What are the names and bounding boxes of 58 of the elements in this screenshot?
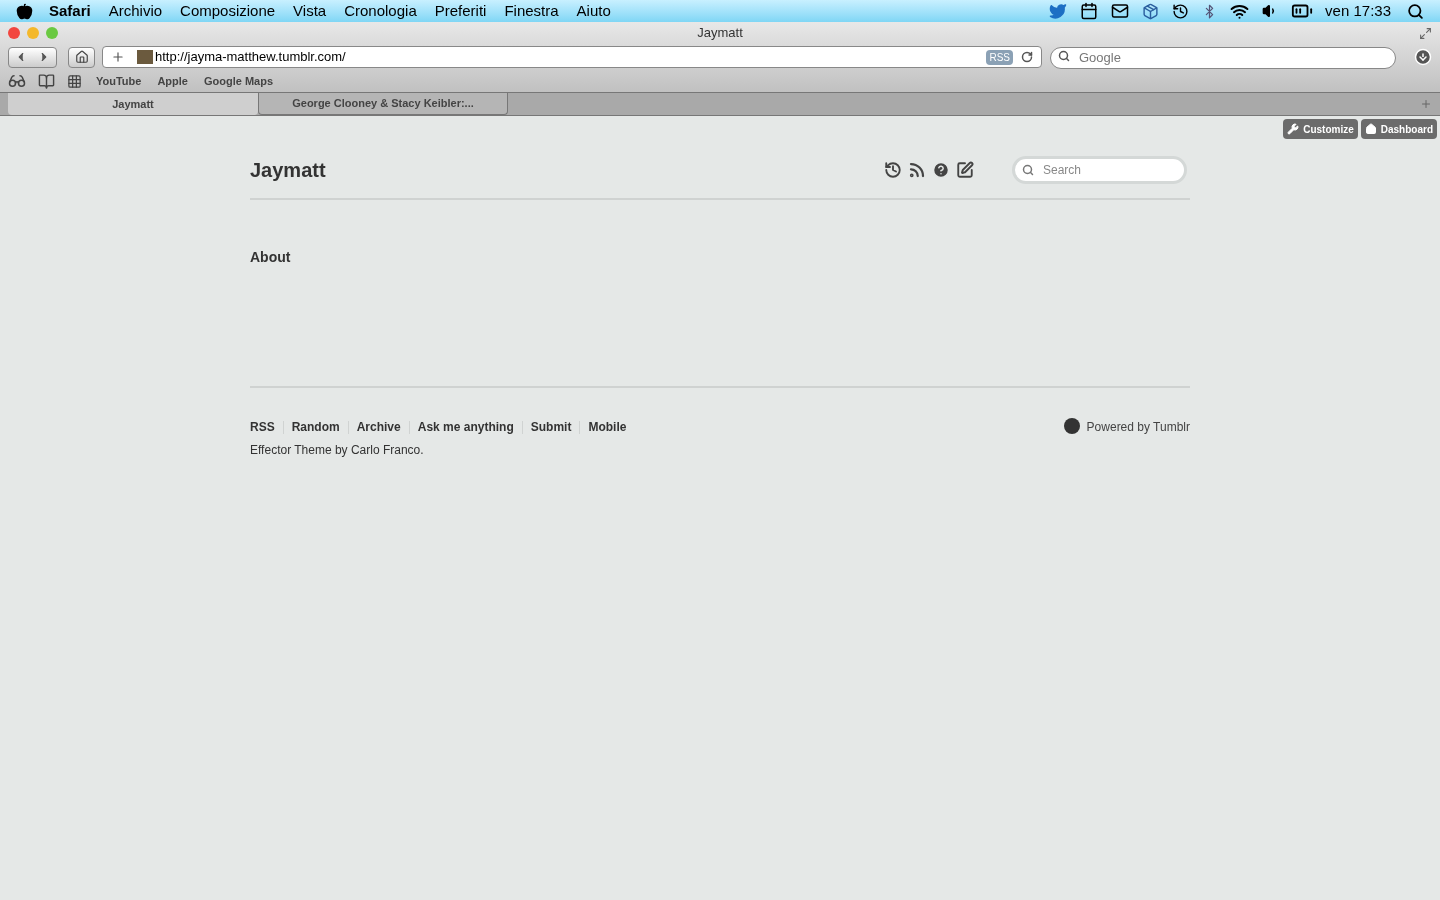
about-link[interactable]: About [250,247,291,268]
search-icon [1058,50,1070,62]
footer-link[interactable]: Submit [530,418,572,436]
bookmark-link[interactable]: YouTube [96,72,142,90]
reload-icon[interactable] [1021,51,1033,63]
footer-link[interactable]: RSS [250,418,275,436]
menu-app-name[interactable]: Safari [49,0,91,23]
clock-icon[interactable] [1172,2,1190,20]
box-icon[interactable] [1142,2,1160,20]
menu-item[interactable]: Composizione [180,0,276,23]
browser-search-field[interactable]: Google [1050,46,1396,69]
footer-link[interactable]: Archive [356,418,401,436]
menu-item[interactable]: Finestra [504,0,559,23]
menu-clock[interactable]: ven 17:33 [1325,0,1391,23]
bookmark-link[interactable]: Google Maps [204,72,274,90]
browser-tab[interactable]: Jaymatt [8,93,258,115]
home-icon [74,50,89,64]
tumblr-control-button[interactable]: Customize [1283,119,1358,139]
calendar-icon[interactable] [1080,2,1099,20]
home-button[interactable] [68,46,95,68]
footer-link[interactable]: Random [291,418,340,436]
menu-item[interactable]: Archivio [108,0,163,23]
bird-icon[interactable] [1049,2,1068,20]
mail-icon[interactable] [1111,2,1130,20]
close-button[interactable] [8,27,20,39]
powered-by-text[interactable]: Powered by Tumblr [1086,418,1190,436]
site-favicon [137,50,153,64]
address-field[interactable]: http://jayma-matthew.tumblr.com/ RSS [102,46,1042,68]
apple-logo-icon[interactable] [16,2,33,20]
wrench-icon [1287,123,1300,135]
history-icon[interactable] [884,161,902,179]
blog-search-field[interactable]: Search [1012,156,1187,184]
rss-icon[interactable] [908,161,926,179]
edit-icon[interactable] [956,161,974,179]
menu-item[interactable]: Preferiti [434,0,487,23]
home-icon [1364,123,1377,135]
window-title: Jaymatt [697,24,743,43]
book-icon[interactable] [38,72,55,90]
menu-item[interactable]: Cronologia [344,0,417,23]
search-icon [1022,164,1034,176]
tumblr-control-button[interactable]: Dashboard [1360,119,1437,139]
back-forward-button[interactable] [8,46,57,68]
address-text: http://jayma-matthew.tumblr.com/ [155,48,346,67]
plus-icon[interactable] [111,50,125,64]
footer-link[interactable]: Mobile [588,418,627,436]
footer-link[interactable]: Ask me anything [417,418,514,436]
fullscreen-icon[interactable] [1419,26,1432,40]
download-icon[interactable] [1414,48,1432,66]
menu-item[interactable]: Vista [293,0,327,23]
menu-item[interactable]: Aiuto [576,0,611,23]
grid-icon[interactable] [67,73,82,89]
search-icon[interactable] [1407,2,1424,20]
browser-tab[interactable]: George Clooney & Stacy Keibler:... [258,93,508,115]
bookmark-link[interactable]: Apple [157,72,188,90]
blog-title[interactable]: Jaymatt [250,155,326,185]
glasses-icon[interactable] [8,72,26,90]
help-icon[interactable] [932,161,950,179]
theme-credit: Effector Theme by Carlo Franco. [250,442,425,459]
